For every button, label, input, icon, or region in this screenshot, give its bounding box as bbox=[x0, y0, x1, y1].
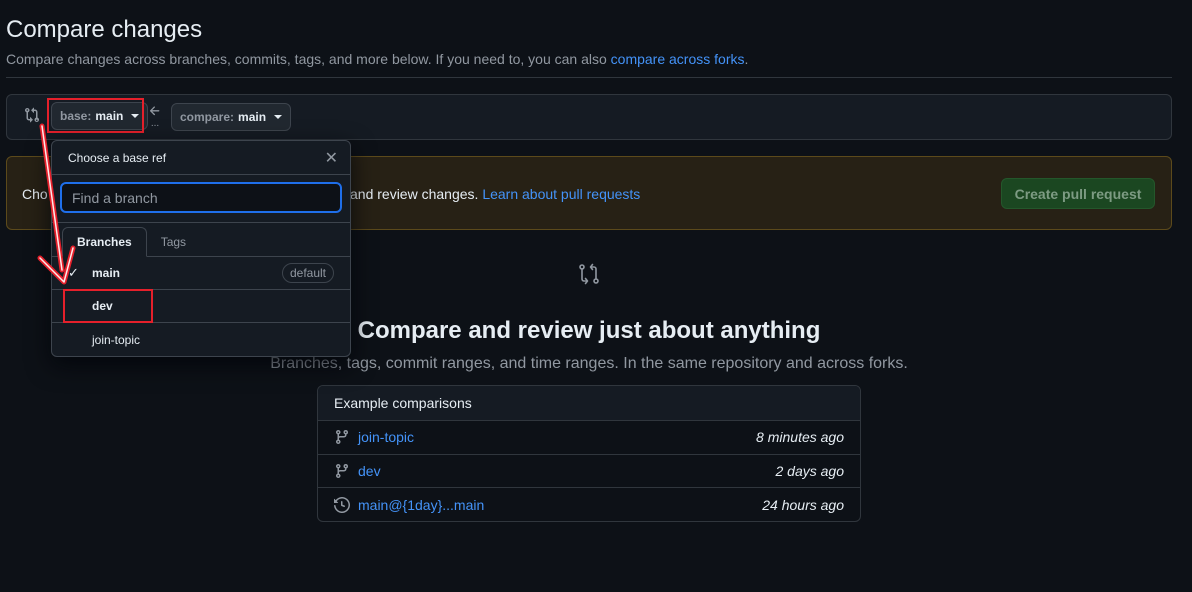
page-title: Compare changes bbox=[6, 16, 203, 43]
example-time: 8 minutes ago bbox=[756, 429, 844, 446]
blankslate-subtitle: Branches, tags, commit ranges, and time … bbox=[270, 355, 908, 372]
branch-name: join-topic bbox=[92, 332, 141, 347]
divider bbox=[6, 77, 1172, 78]
example-time: 2 days ago bbox=[775, 462, 845, 479]
example-comparisons: Example comparisons join-topic 8 minutes… bbox=[317, 385, 861, 522]
branch-icon bbox=[335, 463, 348, 478]
dropdown-filter bbox=[52, 175, 350, 223]
example-name[interactable]: dev bbox=[358, 463, 776, 479]
compare-label: compare: bbox=[180, 110, 235, 124]
banner-text-mid: and review changes. bbox=[350, 186, 479, 202]
example-name[interactable]: join-topic bbox=[358, 429, 756, 445]
example-name[interactable]: main@{1day}...main bbox=[358, 497, 762, 513]
compare-across-forks-link[interactable]: compare across forks bbox=[611, 51, 745, 67]
banner-text: and review changes. Learn about pull req… bbox=[350, 186, 640, 202]
branch-item-join-topic[interactable]: join-topic bbox=[52, 323, 350, 356]
branch-icon bbox=[335, 430, 348, 445]
subtitle-end: . bbox=[744, 51, 749, 67]
dropdown-title: Choose a base ref bbox=[68, 150, 167, 165]
compare-ref-button[interactable]: compare: main bbox=[171, 103, 292, 131]
caret-down-icon bbox=[274, 115, 283, 119]
subtitle-text: Compare changes across branches, commits… bbox=[6, 51, 607, 67]
learn-about-pr-link[interactable]: Learn about pull requests bbox=[482, 186, 640, 202]
create-pull-request-button[interactable]: Create pull request bbox=[1001, 178, 1155, 209]
arrow-left-icon: ... bbox=[147, 104, 163, 130]
branch-name: main bbox=[92, 266, 121, 280]
branch-item-main[interactable]: ✓ main default bbox=[52, 257, 350, 290]
history-icon bbox=[334, 496, 350, 513]
example-row[interactable]: main@{1day}...main 24 hours ago bbox=[318, 488, 860, 521]
annotation-arrow bbox=[37, 123, 76, 285]
close-icon[interactable]: ✕ bbox=[325, 148, 338, 168]
git-compare-icon bbox=[577, 262, 601, 286]
example-time: 24 hours ago bbox=[762, 496, 844, 513]
base-ref-dropdown: Choose a base ref ✕ Branches Tags ✓ main… bbox=[51, 140, 351, 357]
example-row[interactable]: join-topic 8 minutes ago bbox=[318, 421, 860, 455]
dropdown-tabs: Branches Tags bbox=[52, 223, 350, 257]
default-badge: default bbox=[281, 263, 334, 283]
dropdown-header: Choose a base ref ✕ bbox=[52, 141, 350, 175]
find-branch-input[interactable] bbox=[60, 182, 342, 213]
tab-tags[interactable]: Tags bbox=[147, 228, 200, 256]
example-row[interactable]: dev 2 days ago bbox=[318, 455, 860, 488]
compare-value: main bbox=[238, 110, 267, 124]
page-subtitle: Compare changes across branches, commits… bbox=[6, 51, 748, 67]
examples-header: Example comparisons bbox=[318, 386, 860, 421]
